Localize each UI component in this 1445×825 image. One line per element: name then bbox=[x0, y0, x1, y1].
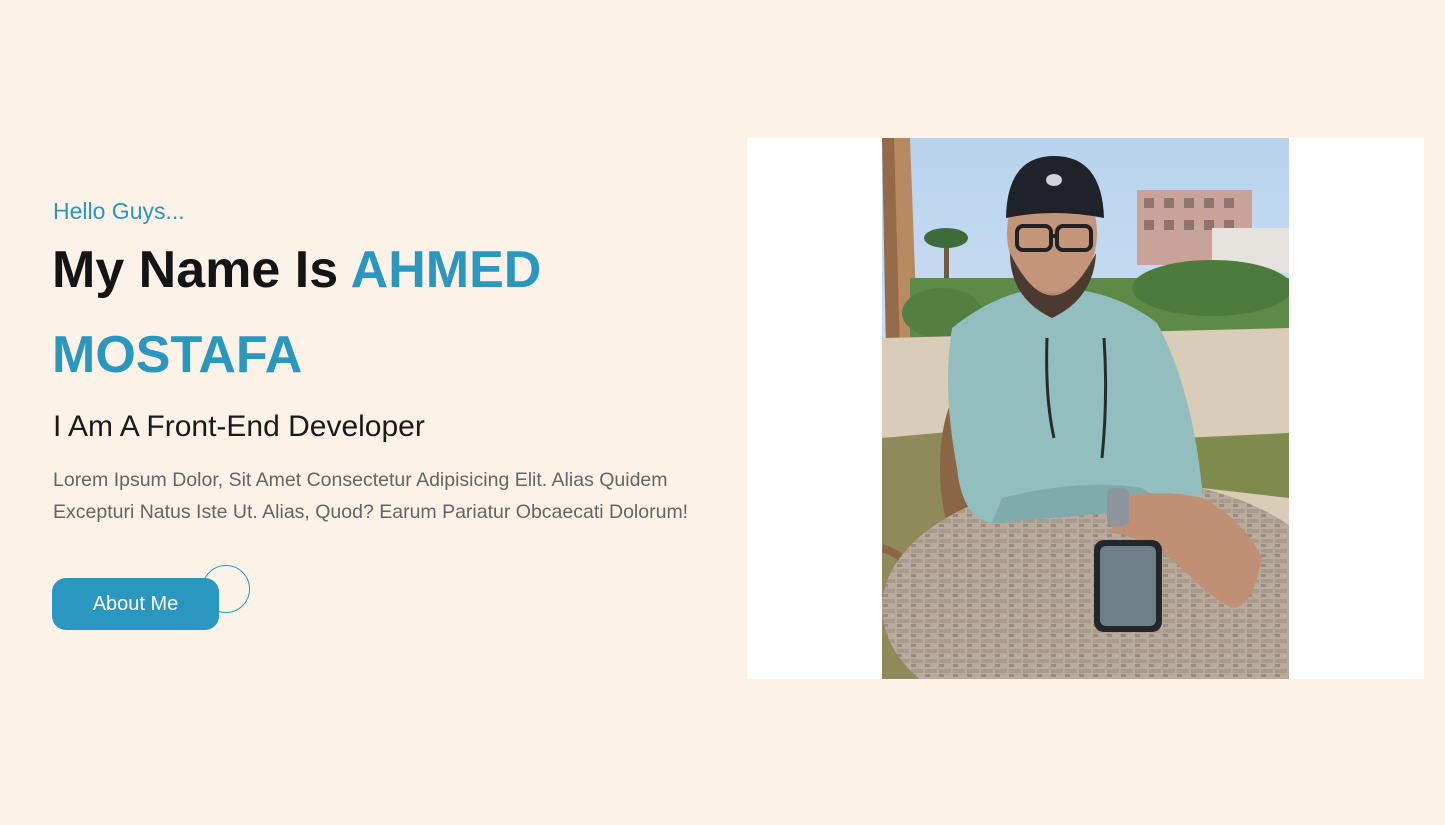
hero-section: Hello Guys... My Name Is AHMED MOSTAFA I… bbox=[0, 0, 1445, 825]
headline-prefix: My Name Is bbox=[52, 241, 351, 299]
profile-photo-card bbox=[747, 138, 1424, 679]
role-title: I Am A Front-End Developer bbox=[53, 410, 425, 443]
headline: My Name Is AHMED MOSTAFA bbox=[52, 228, 652, 398]
greeting-text: Hello Guys... bbox=[53, 198, 185, 224]
profile-photo bbox=[882, 138, 1289, 679]
profile-photo-illustration bbox=[882, 138, 1289, 679]
cta-group: About Me bbox=[52, 565, 262, 635]
about-me-button[interactable]: About Me bbox=[52, 578, 219, 630]
intro-description: Lorem Ipsum Dolor, Sit Amet Consectetur … bbox=[53, 469, 689, 523]
